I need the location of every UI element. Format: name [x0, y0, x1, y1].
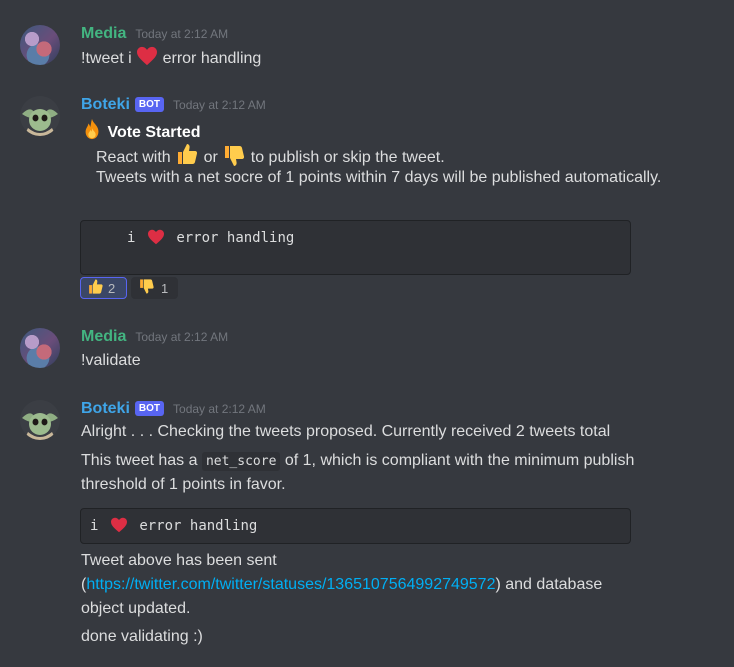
- code-block: i error handling: [80, 508, 631, 544]
- message-text-suffix: of 1, which is compliant with the minimu…: [284, 452, 635, 469]
- username[interactable]: Boteki: [81, 96, 130, 114]
- vote-instruction-or: or: [203, 149, 218, 166]
- message-text-prefix: This tweet has a: [81, 452, 198, 469]
- reaction-count: 2: [108, 280, 116, 296]
- vote-rule-line: Tweets with a net socre of 1 points with…: [96, 169, 662, 186]
- message-content: !tweet i error handling: [81, 46, 261, 73]
- thumbs-down-icon: [138, 278, 155, 298]
- bot-tag: BOT: [134, 97, 165, 112]
- message-text: error handling: [162, 50, 262, 67]
- red-heart-icon: [147, 229, 165, 249]
- message-text-suffix: ) and database: [495, 576, 603, 593]
- message-text: !validate: [81, 352, 141, 369]
- thumbs-up-icon: [87, 278, 104, 298]
- code-text: error handling: [139, 518, 258, 534]
- message-text: Alright . . . Checking the tweets propos…: [81, 423, 611, 440]
- vote-instruction-prefix: React with: [96, 149, 171, 166]
- red-heart-icon: [110, 517, 128, 537]
- username[interactable]: Media: [81, 25, 126, 43]
- avatar[interactable]: [20, 25, 60, 65]
- username[interactable]: Boteki: [81, 400, 130, 418]
- red-heart-icon: [136, 46, 158, 73]
- reaction-thumbs-up[interactable]: 2: [80, 277, 127, 299]
- message-header: Media Today at 2:12 AM: [81, 328, 228, 346]
- bot-tag: BOT: [134, 401, 165, 416]
- reaction-count: 1: [161, 280, 169, 296]
- reaction-thumbs-down[interactable]: 1: [131, 277, 178, 299]
- message-text: object updated.: [81, 600, 191, 617]
- avatar[interactable]: [20, 328, 60, 368]
- message-header: Media Today at 2:12 AM: [81, 25, 228, 43]
- tweet-link[interactable]: https://twitter.com/twitter/statuses/136…: [86, 576, 495, 593]
- message-header: Boteki BOT Today at 2:12 AM: [81, 96, 266, 114]
- message-text: (https://twitter.com/twitter/statuses/13…: [81, 574, 602, 596]
- message-text: This tweet has a net_score of 1, which i…: [81, 450, 634, 473]
- code-block: i error handling: [80, 220, 631, 275]
- code-text-i: i: [127, 230, 136, 246]
- code-text: error handling: [176, 230, 295, 246]
- message-text: threshold of 1 points in favor.: [81, 476, 286, 493]
- username[interactable]: Media: [81, 328, 126, 346]
- code-text-i: i: [90, 518, 99, 534]
- timestamp: Today at 2:12 AM: [135, 27, 229, 41]
- timestamp: Today at 2:12 AM: [135, 330, 229, 344]
- message-header: Boteki BOT Today at 2:12 AM: [81, 400, 266, 418]
- message-text: Tweet above has been sent: [81, 552, 277, 569]
- vote-title: Vote Started: [107, 124, 201, 141]
- vote-instruction-suffix: to publish or skip the tweet.: [250, 149, 445, 166]
- timestamp: Today at 2:12 AM: [173, 402, 266, 416]
- timestamp: Today at 2:12 AM: [173, 98, 266, 112]
- avatar[interactable]: [20, 400, 60, 440]
- message-text: done validating :): [81, 628, 203, 645]
- avatar[interactable]: [20, 96, 60, 136]
- message-text: !tweet i: [81, 50, 132, 67]
- inline-code: net_score: [201, 452, 281, 471]
